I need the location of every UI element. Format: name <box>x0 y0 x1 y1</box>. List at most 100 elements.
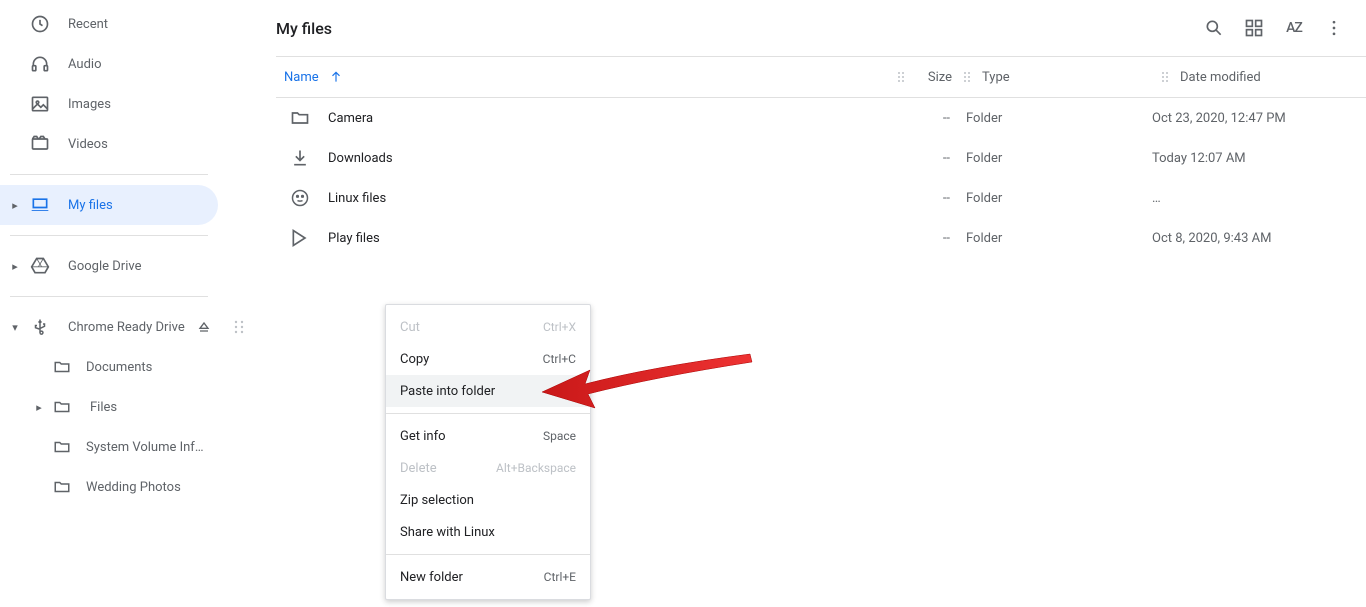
file-type: Folder <box>958 151 1144 166</box>
sort-ascending-icon <box>329 70 343 84</box>
more-options-button[interactable] <box>1314 8 1354 48</box>
column-header-label: Date modified <box>1180 70 1261 85</box>
sidebar-item-wedding[interactable]: Wedding Photos <box>0 467 258 507</box>
menu-label: Cut <box>400 320 420 335</box>
menu-shortcut: Ctrl+C <box>543 352 576 366</box>
folder-icon <box>52 397 72 417</box>
column-header-date[interactable]: Date modified <box>1172 70 1366 85</box>
folder-icon <box>52 437 72 457</box>
column-header-size[interactable]: Size <box>908 70 960 85</box>
file-type: Folder <box>958 111 1144 126</box>
menu-label: Share with Linux <box>400 525 495 540</box>
file-size: -- <box>894 231 958 246</box>
sidebar-item-recent[interactable]: Recent <box>0 4 258 44</box>
google-drive-icon <box>30 256 50 276</box>
sidebar-item-my-files[interactable]: ▸ My files <box>0 185 218 225</box>
context-menu-cut: Cut Ctrl+X <box>386 311 590 343</box>
column-resize-handle[interactable] <box>894 71 908 83</box>
sidebar-item-label: Google Drive <box>68 259 141 274</box>
file-date: Oct 8, 2020, 9:43 AM <box>1144 231 1366 246</box>
download-icon <box>290 148 310 168</box>
image-icon <box>30 94 50 114</box>
expand-icon[interactable]: ▸ <box>34 401 44 414</box>
context-menu-getinfo[interactable]: Get info Space <box>386 420 590 452</box>
expand-icon[interactable]: ▸ <box>10 260 20 273</box>
sidebar-item-usb-drive[interactable]: ▾ Chrome Ready Drive <box>0 307 258 347</box>
menu-shortcut: Ctrl+E <box>544 570 576 584</box>
file-name: Play files <box>328 231 894 246</box>
menu-separator <box>386 413 590 414</box>
laptop-icon <box>30 195 50 215</box>
context-menu-copy[interactable]: Copy Ctrl+C <box>386 343 590 375</box>
column-resize-handle[interactable] <box>1158 71 1172 83</box>
column-header-label: Name <box>284 70 319 85</box>
eject-icon[interactable] <box>196 319 212 335</box>
file-name: Camera <box>328 111 894 126</box>
menu-separator <box>386 554 590 555</box>
folder-icon <box>290 108 310 128</box>
context-menu-share[interactable]: Share with Linux <box>386 516 590 548</box>
sidebar-item-label: Videos <box>68 137 108 152</box>
header: My files AZ <box>276 0 1366 56</box>
menu-shortcut: Ctrl+X <box>543 320 576 334</box>
sidebar-item-label: Chrome Ready Drive <box>68 320 185 335</box>
column-header-label: Size <box>928 70 952 85</box>
context-menu-newfolder[interactable]: New folder Ctrl+E <box>386 561 590 593</box>
column-header-row: Name Size Type Date modified <box>276 56 1366 98</box>
sidebar-item-svi[interactable]: System Volume Inf… <box>0 427 258 467</box>
play-store-icon <box>290 228 310 248</box>
folder-icon <box>52 477 72 497</box>
sidebar: Recent Audio Images Videos ▸ My files ▸ … <box>0 0 258 607</box>
collapse-icon[interactable]: ▾ <box>10 321 20 334</box>
sidebar-item-label: My files <box>68 198 113 213</box>
column-header-type[interactable]: Type <box>974 70 1158 85</box>
usb-icon <box>30 317 50 337</box>
expand-icon[interactable]: ▸ <box>10 199 20 212</box>
file-name: Downloads <box>328 151 894 166</box>
file-type: Folder <box>958 231 1144 246</box>
sidebar-item-videos[interactable]: Videos <box>0 124 258 164</box>
file-type: Folder <box>958 191 1144 206</box>
sidebar-item-documents[interactable]: Documents <box>0 347 258 387</box>
clock-icon <box>30 14 50 34</box>
page-title: My files <box>276 19 1194 38</box>
sort-button[interactable]: AZ <box>1274 8 1314 48</box>
search-button[interactable] <box>1194 8 1234 48</box>
context-menu-paste[interactable]: Paste into folder <box>386 375 590 407</box>
file-row[interactable]: Linux files -- Folder … <box>276 178 1366 218</box>
video-icon <box>30 134 50 154</box>
sidebar-item-google-drive[interactable]: ▸ Google Drive <box>0 246 258 286</box>
sidebar-item-label: Wedding Photos <box>86 480 181 495</box>
context-menu-zip[interactable]: Zip selection <box>386 484 590 516</box>
sidebar-item-label: Recent <box>68 17 108 32</box>
divider <box>10 174 208 175</box>
sidebar-item-label: Documents <box>86 360 152 375</box>
file-row[interactable]: Downloads -- Folder Today 12:07 AM <box>276 138 1366 178</box>
menu-label: Zip selection <box>400 493 474 508</box>
sidebar-item-label: Audio <box>68 57 101 72</box>
file-row[interactable]: Play files -- Folder Oct 8, 2020, 9:43 A… <box>276 218 1366 258</box>
file-size: -- <box>894 111 958 126</box>
file-date: Today 12:07 AM <box>1144 151 1366 166</box>
menu-shortcut: Alt+Backspace <box>496 461 576 475</box>
file-date: … <box>1144 191 1366 206</box>
column-resize-handle[interactable] <box>960 71 974 83</box>
column-header-name[interactable]: Name <box>276 70 894 85</box>
sidebar-item-label: Images <box>68 97 111 112</box>
context-menu: Cut Ctrl+X Copy Ctrl+C Paste into folder… <box>385 304 591 600</box>
view-toggle-button[interactable] <box>1234 8 1274 48</box>
menu-label: New folder <box>400 570 463 585</box>
folder-icon <box>52 357 72 377</box>
sidebar-item-audio[interactable]: Audio <box>0 44 258 84</box>
menu-label: Copy <box>400 352 429 367</box>
file-size: -- <box>894 191 958 206</box>
headphones-icon <box>30 54 50 74</box>
column-header-label: Type <box>982 70 1010 85</box>
file-size: -- <box>894 151 958 166</box>
drag-handle-icon[interactable] <box>234 320 244 334</box>
linux-icon <box>290 188 310 208</box>
sidebar-item-files[interactable]: ▸ Files <box>0 387 258 427</box>
file-row[interactable]: Camera -- Folder Oct 23, 2020, 12:47 PM <box>276 98 1366 138</box>
sidebar-item-images[interactable]: Images <box>0 84 258 124</box>
divider <box>10 235 208 236</box>
